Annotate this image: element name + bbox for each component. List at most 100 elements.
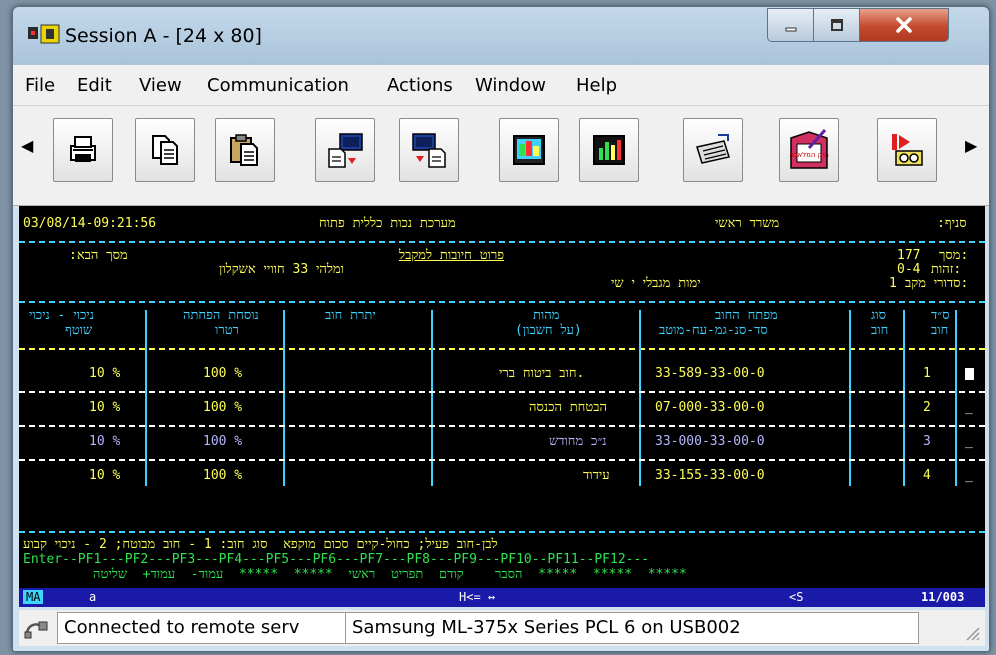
- row-deduction: 10 %: [89, 434, 121, 449]
- menu-edit[interactable]: Edit: [77, 75, 112, 96]
- branch-label: :סניף: [937, 216, 967, 231]
- row-debt-no: 2: [923, 400, 931, 415]
- row-debt-no: 3: [923, 434, 931, 449]
- system-title: מערכת נכות כללית פתוח: [319, 216, 456, 231]
- menu-file[interactable]: File: [25, 75, 55, 96]
- serial-row: ימות מגבלי י שי 1 סדורי מקב:: [19, 276, 985, 292]
- copy-icon: [152, 135, 178, 165]
- paste-button[interactable]: [215, 118, 275, 182]
- selection-cursor[interactable]: [965, 368, 974, 380]
- row-select-field[interactable]: _: [965, 434, 973, 450]
- header-essence: מהות: [533, 308, 560, 323]
- header-debt-type: סוג: [871, 308, 887, 323]
- macro-edit-button[interactable]: תיק המלאכה: [779, 118, 839, 182]
- header-account: (על חשבון): [515, 323, 582, 338]
- oia-line: MA a H<= ↔ <S 11/003: [19, 588, 985, 607]
- row-essence: נ״כ מחודש: [549, 434, 607, 449]
- row-deduction: 10 %: [89, 400, 121, 415]
- macro-record-icon: [892, 134, 923, 166]
- row-retro: 100 %: [203, 400, 243, 415]
- header-retro: רטרו: [215, 323, 239, 338]
- macro-record-button[interactable]: [877, 118, 937, 182]
- row-retro: 100 %: [203, 468, 243, 483]
- copy-button[interactable]: [135, 118, 195, 182]
- row-select-field[interactable]: _: [965, 468, 973, 484]
- row-deduction: 10 %: [89, 468, 121, 483]
- maximize-icon: [831, 19, 843, 31]
- header-row: 03/08/14-09:21:56 מערכת נכות כללית פתוח …: [19, 216, 985, 232]
- menu-help[interactable]: Help: [576, 75, 617, 96]
- toolbar-scroll-right-icon[interactable]: ▶: [965, 136, 977, 155]
- toolbar: ◀ תיק המלאכה ▶: [13, 106, 989, 206]
- keyboard-map-button[interactable]: [683, 118, 743, 182]
- separator-header: [19, 301, 985, 303]
- row-deduction: 10 %: [89, 366, 121, 381]
- row-select-field[interactable]: _: [965, 400, 973, 416]
- serial-label: סדורי מקב:: [905, 276, 969, 291]
- table-row[interactable]: 10 % 100 % חוב ביטוח ברי. 33-589-33-00-0…: [19, 366, 985, 382]
- table-row[interactable]: 10 % 100 % נ״כ מחודש 33-000-33-00-0 3 _: [19, 434, 985, 450]
- menu-view[interactable]: View: [139, 75, 182, 96]
- header-current: שוטף: [65, 323, 93, 338]
- display-icon: [513, 135, 545, 165]
- minimize-icon: [785, 27, 797, 32]
- oia-shift: <S: [789, 590, 804, 604]
- separator-bottom: [19, 531, 985, 533]
- column-header-row-1: ניכוי - ניכוי נוסחת הפחתה יתרת חוב מהות …: [19, 308, 985, 324]
- menu-window[interactable]: Window: [475, 75, 546, 96]
- header-debt-no-sub: חוב: [931, 323, 949, 338]
- row-separator: [19, 391, 985, 393]
- maximize-button[interactable]: [813, 8, 861, 42]
- receive-file-button[interactable]: [399, 118, 459, 182]
- menu-actions[interactable]: Actions: [387, 75, 453, 96]
- print-button[interactable]: [53, 118, 113, 182]
- column-header-row-2: שוטף רטרו (על חשבון) סד-סנ-גמ-עח-מוטב חו…: [19, 323, 985, 339]
- row-essence: עידוד: [583, 468, 610, 483]
- pf-keys-line: Enter--PF1---PF2---PF3---PF4---PF5---PF6…: [23, 552, 650, 567]
- connection-icon: [24, 621, 48, 639]
- chart-button[interactable]: [579, 118, 639, 182]
- receive-file-icon: [412, 133, 446, 168]
- send-file-button[interactable]: [315, 118, 375, 182]
- row-retro: 100 %: [203, 366, 243, 381]
- row-debt-no: 1: [923, 366, 931, 381]
- row-essence: הבטחת הכנסה: [529, 400, 607, 415]
- pf-labels-line: הסבר קודם תפריט ראשי ***** ***** עמוד- ע…: [93, 567, 687, 582]
- row-debt-no: 4: [923, 468, 931, 483]
- oia-mode: MA: [23, 590, 44, 604]
- toolbar-scroll-left-icon[interactable]: ◀: [21, 136, 33, 155]
- row-essence: חוב ביטוח ברי.: [499, 366, 585, 381]
- app-icon: [28, 24, 60, 44]
- header-deduction: ניכוי - ניכוי: [29, 308, 94, 323]
- legend-line: לבן-חוב פעיל; כחול-קיים סכום מוקפא סוג ח…: [23, 537, 498, 552]
- minimize-button[interactable]: [767, 8, 815, 42]
- header-debt-key: מפתח החוב: [715, 308, 778, 323]
- oia-cursor-position: 11/003: [921, 590, 965, 604]
- title-bar[interactable]: Session A - [24 x 80]: [13, 7, 989, 65]
- close-button[interactable]: [859, 8, 949, 42]
- paste-icon: [230, 134, 258, 166]
- connection-status: Connected to remote serv: [57, 612, 347, 644]
- display-button[interactable]: [499, 118, 559, 182]
- row-debt-key: 33-155-33-00-0: [655, 468, 765, 483]
- header-balance: יתרת חוב: [325, 308, 376, 323]
- partial-line: ימות מגבלי י שי: [611, 276, 701, 291]
- table-row[interactable]: 10 % 100 % הבטחת הכנסה 07-000-33-00-0 2 …: [19, 400, 985, 416]
- menu-bar: File Edit View Communication Actions Win…: [13, 65, 989, 106]
- menu-communication[interactable]: Communication: [207, 75, 349, 96]
- status-bar: Connected to remote serv Samsung ML-375x…: [19, 610, 985, 646]
- table-row[interactable]: 10 % 100 % עידוד 33-155-33-00-0 4 _: [19, 468, 985, 484]
- keyboard-map-icon: [696, 134, 730, 164]
- emulator-window: Session A - [24 x 80] File Edit View Com…: [12, 6, 990, 652]
- printer-status: Samsung ML-375x Series PCL 6 on USB002: [345, 612, 919, 644]
- chart-icon: [593, 135, 625, 165]
- resize-grip-icon[interactable]: [963, 624, 981, 642]
- terminal-screen[interactable]: 03/08/14-09:21:56 מערכת נכות כללית פתוח …: [19, 206, 985, 588]
- macro-edit-icon: תיק המלאכה: [789, 129, 829, 169]
- separator-columns: [19, 348, 985, 350]
- window-title: Session A - [24 x 80]: [65, 25, 262, 47]
- serial-value: 1: [889, 276, 897, 291]
- office-name: משרד ראשי: [715, 216, 780, 231]
- header-debt-type-sub: חוב: [871, 323, 889, 338]
- separator-top: [19, 241, 985, 243]
